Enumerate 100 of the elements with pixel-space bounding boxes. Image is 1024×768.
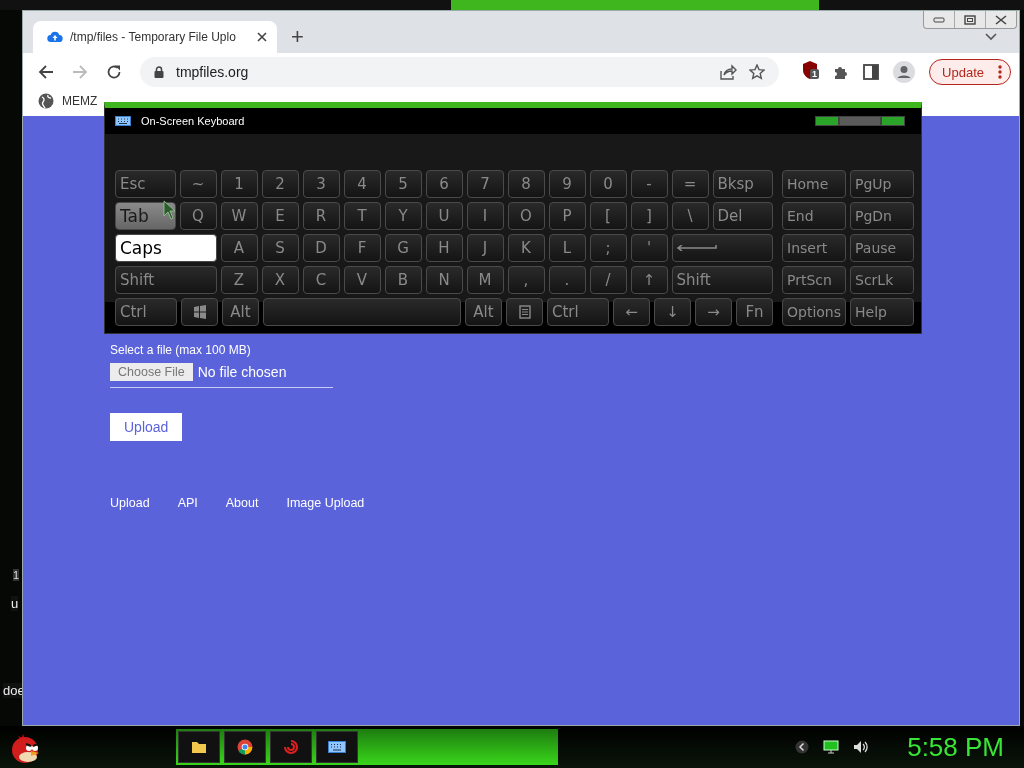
keyboard-key[interactable]: Y — [384, 202, 422, 230]
keyboard-key[interactable]: X — [261, 266, 299, 294]
speaker-icon[interactable] — [853, 740, 870, 754]
update-button[interactable]: Update — [929, 59, 1011, 85]
keyboard-key[interactable]: G — [384, 234, 422, 262]
footer-link[interactable]: About — [225, 496, 259, 510]
keyboard-key[interactable]: ← — [613, 298, 650, 326]
keyboard-key[interactable]: 7 — [466, 170, 504, 198]
keyboard-key[interactable]: H — [425, 234, 463, 262]
keyboard-key[interactable]: [ — [589, 202, 627, 230]
choose-file-button[interactable]: Choose File — [110, 363, 193, 381]
keyboard-key[interactable]: V — [343, 266, 381, 294]
keyboard-key[interactable]: 3 — [302, 170, 340, 198]
keyboard-key[interactable]: ' — [630, 234, 668, 262]
keyboard-key[interactable]: 4 — [343, 170, 381, 198]
keyboard-key[interactable]: P — [548, 202, 586, 230]
more-options-icon[interactable] — [998, 65, 1002, 79]
keyboard-key[interactable]: Shift — [115, 266, 217, 294]
chevron-down-icon[interactable] — [985, 33, 997, 41]
keyboard-key[interactable]: ] — [630, 202, 668, 230]
puzzle-icon[interactable] — [833, 64, 850, 80]
keyboard-key[interactable]: Ctrl — [115, 298, 177, 326]
monitor-icon[interactable] — [823, 740, 840, 754]
keyboard-key[interactable]: 2 — [261, 170, 299, 198]
footer-link[interactable]: Upload — [110, 496, 150, 510]
keyboard-key[interactable]: T — [343, 202, 381, 230]
keyboard-key[interactable]: 0 — [589, 170, 627, 198]
keyboard-key[interactable]: Alt — [222, 298, 259, 326]
keyboard-key[interactable]: Fn — [736, 298, 773, 326]
keyboard-key[interactable]: R — [302, 202, 340, 230]
keyboard-key[interactable]: / — [589, 266, 627, 294]
keyboard-key[interactable]: ~ — [179, 170, 217, 198]
keyboard-key[interactable]: Caps — [115, 234, 217, 262]
keyboard-key[interactable]: Pause — [850, 234, 914, 262]
bookmark-link[interactable]: MEMZ — [62, 94, 98, 108]
address-bar[interactable]: tmpfiles.org — [140, 57, 780, 87]
keyboard-key[interactable]: C — [302, 266, 340, 294]
enter-key[interactable] — [671, 234, 773, 262]
keyboard-key[interactable]: ↓ — [654, 298, 691, 326]
keyboard-key[interactable]: Q — [179, 202, 217, 230]
keyboard-key[interactable]: Options — [782, 298, 846, 326]
keyboard-key[interactable]: W — [220, 202, 258, 230]
keyboard-key[interactable]: A — [220, 234, 258, 262]
taskbar-button[interactable] — [178, 731, 220, 763]
keyboard-key[interactable]: J — [466, 234, 504, 262]
keyboard-key[interactable]: 9 — [548, 170, 586, 198]
keyboard-key[interactable]: Z — [220, 266, 258, 294]
keyboard-key[interactable]: F — [343, 234, 381, 262]
keyboard-key[interactable]: 8 — [507, 170, 545, 198]
keyboard-key[interactable]: E — [261, 202, 299, 230]
profile-avatar-icon[interactable] — [893, 61, 916, 83]
keyboard-key[interactable]: 5 — [384, 170, 422, 198]
keyboard-key[interactable]: Ctrl — [547, 298, 609, 326]
keyboard-key[interactable]: L — [548, 234, 586, 262]
keyboard-key[interactable]: K — [507, 234, 545, 262]
keyboard-key[interactable]: PrtScn — [782, 266, 846, 294]
keyboard-key[interactable]: Bksp — [712, 170, 773, 198]
keyboard-key[interactable]: U — [425, 202, 463, 230]
keyboard-key[interactable]: - — [630, 170, 668, 198]
keyboard-key[interactable]: M — [466, 266, 504, 294]
menu-key[interactable] — [506, 298, 543, 326]
keyboard-key[interactable]: S — [261, 234, 299, 262]
chevron-left-icon[interactable] — [795, 740, 810, 754]
keyboard-key[interactable]: O — [507, 202, 545, 230]
keyboard-key[interactable]: ↑ — [630, 266, 668, 294]
taskbar-button[interactable] — [224, 731, 266, 763]
keyboard-key[interactable]: Esc — [115, 170, 176, 198]
new-tab-button[interactable]: + — [285, 21, 310, 53]
back-arrow-icon[interactable] — [38, 64, 54, 80]
windows-key[interactable] — [181, 298, 218, 326]
keyboard-key[interactable]: N — [425, 266, 463, 294]
keyboard-key[interactable]: I — [466, 202, 504, 230]
keyboard-key[interactable]: PgDn — [850, 202, 914, 230]
keyboard-key[interactable]: = — [671, 170, 709, 198]
share-icon[interactable] — [719, 64, 738, 80]
keyboard-key[interactable]: D — [302, 234, 340, 262]
clock[interactable]: 5:58 PM — [907, 731, 1004, 763]
close-icon[interactable] — [257, 32, 267, 42]
keyboard-key[interactable]: \ — [671, 202, 709, 230]
keyboard-key[interactable]: Tab — [115, 202, 176, 230]
keyboard-key[interactable]: → — [695, 298, 732, 326]
keyboard-key[interactable]: Shift — [671, 266, 773, 294]
keyboard-key[interactable]: Insert — [782, 234, 846, 262]
keyboard-key[interactable]: ScrLk — [850, 266, 914, 294]
star-icon[interactable] — [749, 64, 766, 80]
keyboard-key[interactable]: . — [548, 266, 586, 294]
footer-link[interactable]: Image Upload — [286, 496, 365, 510]
keyboard-key[interactable]: ; — [589, 234, 627, 262]
keyboard-key[interactable]: Alt — [465, 298, 502, 326]
reload-icon[interactable] — [106, 64, 122, 80]
keyboard-key[interactable]: 1 — [220, 170, 258, 198]
keyboard-key[interactable]: , — [507, 266, 545, 294]
keyboard-key[interactable]: 6 — [425, 170, 463, 198]
taskbar-button[interactable] — [316, 731, 358, 763]
keyboard-key[interactable]: Help — [850, 298, 914, 326]
keyboard-key[interactable]: Home — [782, 170, 846, 198]
keyboard-key[interactable]: PgUp — [850, 170, 914, 198]
side-panel-icon[interactable] — [863, 64, 880, 80]
footer-link[interactable]: API — [177, 496, 198, 510]
keyboard-key[interactable]: B — [384, 266, 422, 294]
